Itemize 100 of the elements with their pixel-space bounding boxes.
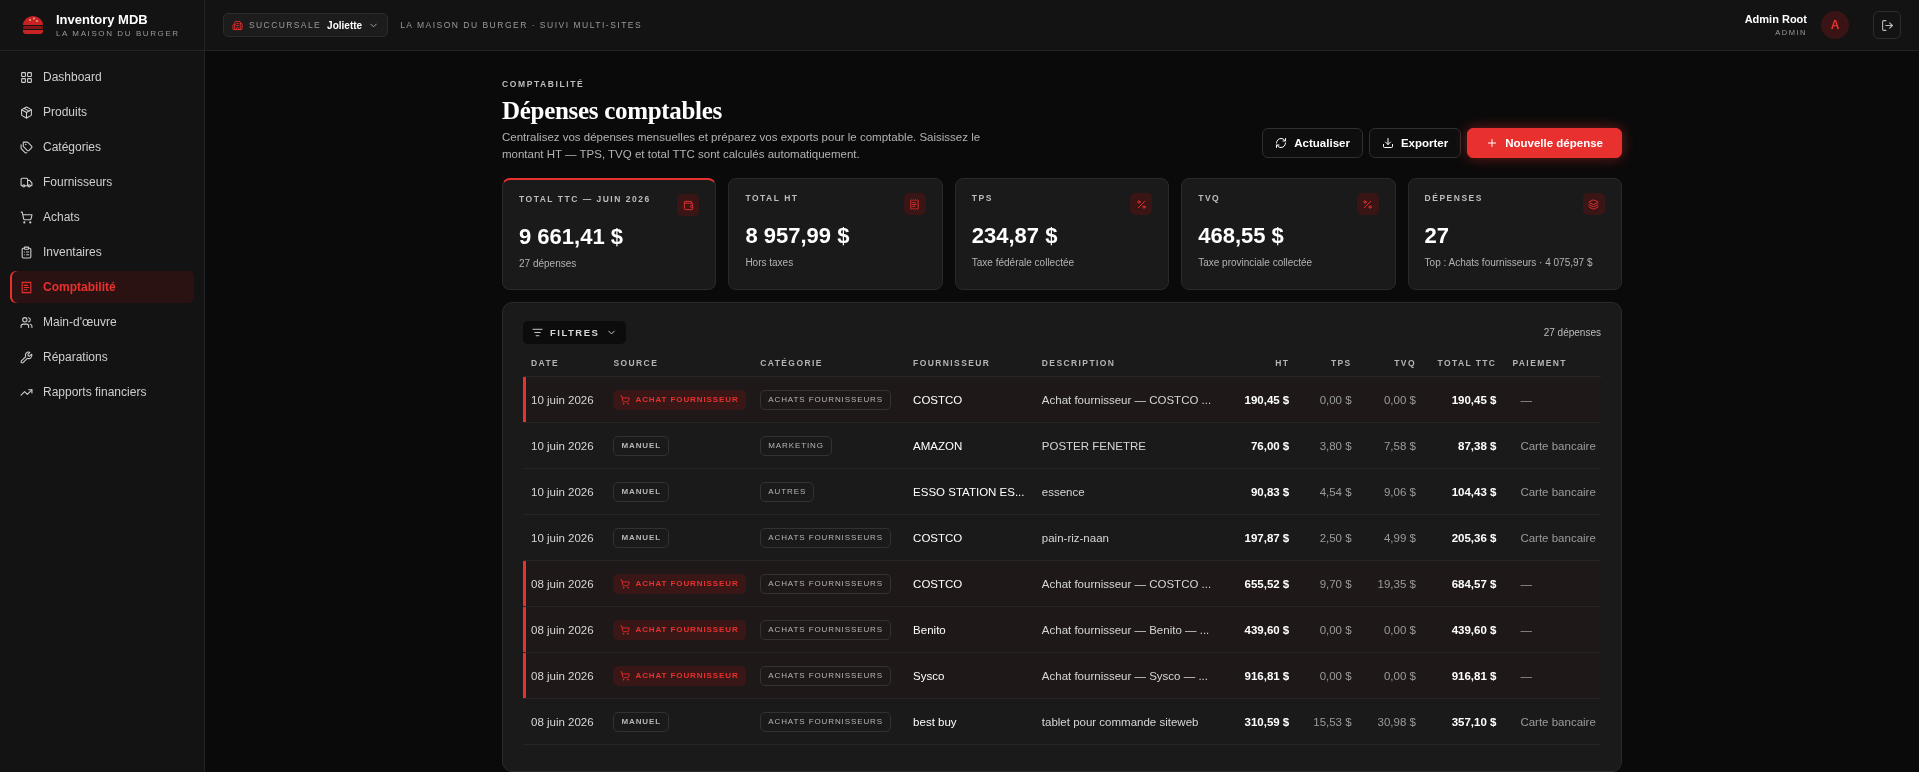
column-header: TVQ [1359,358,1424,377]
date-cell: 10 juin 2026 [523,376,606,423]
truck-icon [20,175,33,189]
cart-icon [620,670,631,681]
sidebar-item[interactable]: Rapports financiers [10,376,194,408]
category-tag: ACHATS FOURNISSEURS [760,619,891,640]
category-tag: ACHATS FOURNISSEURS [760,711,891,732]
tax-cell: 0,00 $ [1359,606,1424,653]
sidebar-item[interactable]: Main-d'œuvre [10,306,194,338]
stat-note: 27 dépenses [519,258,578,270]
tax-cell: 0,00 $ [1297,606,1360,653]
supplier-cell: best buy [905,698,1034,745]
page-description: Centralisez vos dépenses mensuelles et préparez vos exports pour le comptable. Saisissez le montant HT — TPS, TVQ et total TTC sont calculés automatiquement. [502,130,982,162]
logout-button[interactable] [1873,11,1901,39]
action-button[interactable]: Exporter [1368,128,1462,159]
sidebar-item[interactable]: Catégories [10,131,194,163]
app-subtitle: LA MAISON DU BURGER [56,29,180,38]
tax-cell: 9,70 $ [1297,560,1360,607]
date-cell: 08 juin 2026 [523,560,606,607]
amount-cell: 439,60 $ [1224,606,1298,653]
stat-value: 8 957,99 $ [745,223,851,250]
column-header: FOURNISSEUR [905,358,1034,377]
amount-cell: 76,00 $ [1224,422,1298,469]
description-cell: Achat fournisseur — Benito — ... [1033,606,1225,653]
sidebar-item[interactable]: Achats [10,201,194,233]
branch-selector[interactable]: SUCCURSALE Joliette [223,13,389,37]
source-tag: MANUEL [613,527,670,548]
filter-button[interactable]: FILTRES [523,321,627,345]
stat-value: 9 661,41 $ [519,224,624,251]
grid-icon [20,70,33,84]
sidebar-item[interactable]: Dashboard [10,61,194,93]
stat-value: 468,55 $ [1198,223,1285,250]
description-cell: POSTER FENETRE [1033,422,1225,469]
percent-icon [1356,193,1379,216]
sidebar-item[interactable]: Comptabilité [10,271,194,303]
tax-cell: 4,54 $ [1297,468,1360,515]
sidebar-item[interactable]: Réparations [10,341,194,373]
amount-cell: 90,83 $ [1224,468,1298,515]
source-tag: ACHAT FOURNISSEUR [613,573,746,594]
supplier-cell: COSTCO [905,560,1034,607]
expense-count: 27 dépenses [1543,327,1601,339]
category-tag: AUTRES [760,481,815,502]
source-tag: MANUEL [613,711,670,732]
tax-cell: 9,06 $ [1359,468,1424,515]
building-icon [232,19,243,31]
total-cell: 190,45 $ [1423,376,1505,423]
date-cell: 10 juin 2026 [523,422,606,469]
clipboard-icon [20,245,33,259]
stat-value: 27 [1424,223,1451,250]
receipt-icon [903,193,926,216]
column-header: TPS [1297,358,1360,377]
amount-cell: 197,87 $ [1224,514,1298,561]
amount-cell: 916,81 $ [1224,652,1298,699]
column-header: DESCRIPTION [1033,358,1225,377]
column-header: CATÉGORIE [752,358,906,377]
stat-value: 234,87 $ [971,223,1059,250]
tagline: LA MAISON DU BURGER · SUIVI MULTI-SITES [400,20,644,30]
description-cell: Achat fournisseur — COSTCO ... [1033,376,1225,423]
tax-cell: 0,00 $ [1359,376,1424,423]
branch-name: Joliette [327,19,363,31]
description-cell: essence [1033,468,1225,515]
page-title: Dépenses comptables [502,97,723,125]
stat-label: DÉPENSES [1424,193,1483,204]
stat-label: TVQ [1198,193,1221,204]
payment-cell: — [1504,606,1601,653]
date-cell: 08 juin 2026 [523,698,606,745]
supplier-cell: COSTCO [905,376,1034,423]
sidebar-item[interactable]: Fournisseurs [10,166,194,198]
amount-cell: 655,52 $ [1224,560,1298,607]
total-cell: 439,60 $ [1423,606,1505,653]
column-header: PAIEMENT [1504,358,1601,377]
tax-cell: 0,00 $ [1297,652,1360,699]
stat-note: Taxe provinciale collectée [1198,257,1314,269]
column-header: TOTAL TTC [1423,358,1505,377]
source-tag: ACHAT FOURNISSEUR [613,389,746,410]
total-cell: 916,81 $ [1423,652,1505,699]
sidebar-item[interactable]: Inventaires [10,236,194,268]
category-tag: ACHATS FOURNISSEURS [760,665,891,686]
payment-cell: Carte bancaire [1504,514,1601,561]
tax-cell: 2,50 $ [1297,514,1360,561]
total-cell: 684,57 $ [1423,560,1505,607]
wallet-icon [677,194,700,217]
amount-cell: 190,45 $ [1224,376,1298,423]
user-avatar[interactable]: A [1821,11,1849,39]
logout-icon [1880,18,1894,32]
payment-cell: Carte bancaire [1504,698,1601,745]
action-button[interactable]: Actualiser [1262,128,1363,159]
tax-cell: 19,35 $ [1359,560,1424,607]
filter-icon [532,327,543,339]
branch-label: SUCCURSALE [249,20,322,30]
stat-note: Top : Achats fournisseurs · 4 075,97 $ [1424,257,1594,269]
new-expense-button[interactable]: Nouvelle dépense [1467,128,1622,159]
users-icon [20,315,33,329]
sidebar-item[interactable]: Produits [10,96,194,128]
date-cell: 08 juin 2026 [523,606,606,653]
cart-icon [620,578,631,589]
wrench-icon [20,350,33,364]
receipt-icon [20,280,33,294]
source-tag: MANUEL [613,481,670,502]
source-tag: ACHAT FOURNISSEUR [613,619,746,640]
